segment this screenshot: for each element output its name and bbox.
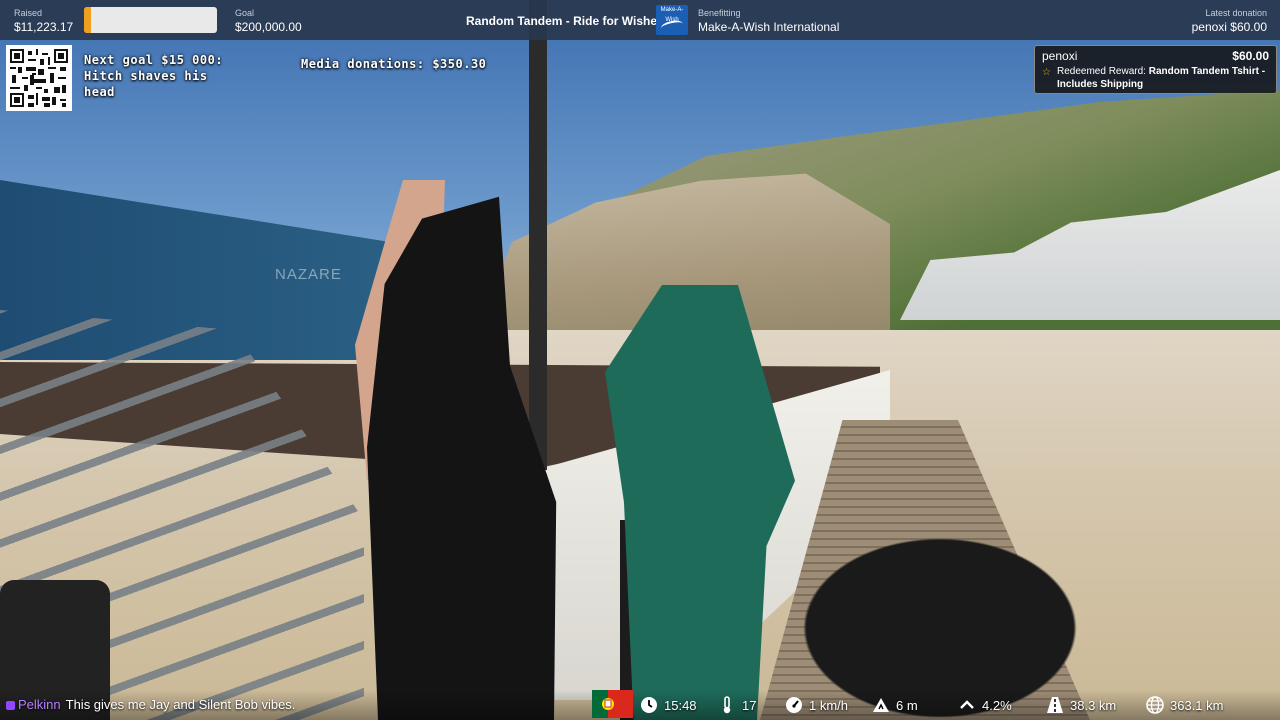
raised-value: $11,223.17 — [14, 20, 74, 34]
star-icon: ☆ — [1042, 67, 1051, 78]
chat-text: This gives me Jay and Silent Bob vibes. — [65, 697, 296, 712]
altitude-value: 6 m — [896, 697, 918, 713]
goal-label: Goal — [235, 8, 255, 18]
metal-pole — [529, 0, 547, 470]
stream-title: Random Tandem - Ride for Wishes — [466, 14, 664, 28]
alert-user: penoxi — [1042, 49, 1078, 63]
stream-video-frame: NAZARE — [0, 0, 1280, 720]
chat-message: Pelkinn This gives me Jay and Silent Bob … — [6, 697, 295, 712]
alert-message: Redeemed Reward: Random Tandem Tshirt - … — [1057, 65, 1267, 91]
time-value: 15:48 — [664, 697, 697, 713]
benefitting-value: Make-A-Wish International — [698, 20, 840, 34]
stat-altitude: 6 m — [872, 696, 918, 714]
temperature-value: 17 — [742, 697, 757, 713]
banner-text: NAZARE — [275, 266, 342, 283]
raised-progress-bar — [84, 7, 217, 33]
stats-bottombar: Pelkinn This gives me Jay and Silent Bob … — [0, 690, 1280, 720]
distance-value: 38.3 km — [1070, 697, 1117, 713]
stat-grade: 4.2% — [958, 696, 1012, 714]
next-goal-line-2: Hitch shaves his — [84, 69, 208, 83]
qr-code-icon — [10, 49, 68, 107]
mountain-icon — [873, 698, 889, 712]
raised-progress-fill — [84, 7, 92, 33]
speedometer-icon — [786, 697, 802, 713]
latest-donation-value: penoxi $60.00 — [1191, 20, 1267, 34]
benefitting-label: Benefitting — [698, 8, 741, 18]
stat-total-distance: 363.1 km — [1146, 696, 1223, 714]
next-goal-line-3: head — [84, 85, 115, 99]
alert-prefix: Redeemed Reward: — [1057, 66, 1149, 77]
thermometer-icon — [723, 696, 731, 714]
road-icon — [1047, 697, 1063, 713]
chevron-up-icon — [960, 700, 974, 709]
portugal-flag-icon — [592, 690, 633, 718]
chat-user: Pelkinn — [18, 697, 61, 712]
make-a-wish-logo: Make-A-Wish — [656, 5, 688, 35]
media-donations-text: Media donations: $350.30 — [301, 57, 487, 71]
stat-temperature: 17 — [718, 696, 756, 714]
raised-label: Raised — [14, 8, 43, 18]
alert-amount: $60.00 — [1232, 49, 1269, 63]
next-goal-line-1: Next goal $15 000: — [84, 53, 224, 67]
logo-swoosh — [660, 18, 684, 34]
donation-topbar: Raised $11,223.17 Goal $200,000.00 Rando… — [0, 0, 1280, 40]
stat-speed: 1 km/h — [785, 696, 848, 714]
clock-icon — [641, 697, 657, 713]
stat-distance: 38.3 km — [1046, 696, 1116, 714]
donation-alert: penoxi $60.00 ☆ Redeemed Reward: Random … — [1034, 45, 1277, 94]
latest-donation-label: Latest donation — [1205, 8, 1267, 18]
qr-code[interactable] — [6, 45, 72, 111]
tandem-bike — [730, 490, 1150, 720]
stat-time: 15:48 — [640, 696, 697, 714]
grade-value: 4.2% — [982, 697, 1012, 713]
total-distance-value: 363.1 km — [1170, 697, 1224, 713]
chat-badge-icon — [6, 701, 15, 711]
speed-value: 1 km/h — [809, 697, 849, 713]
next-goal-text: Next goal $15 000: Hitch shaves his head — [84, 52, 223, 100]
globe-icon — [1146, 696, 1164, 714]
goal-value: $200,000.00 — [235, 20, 302, 34]
